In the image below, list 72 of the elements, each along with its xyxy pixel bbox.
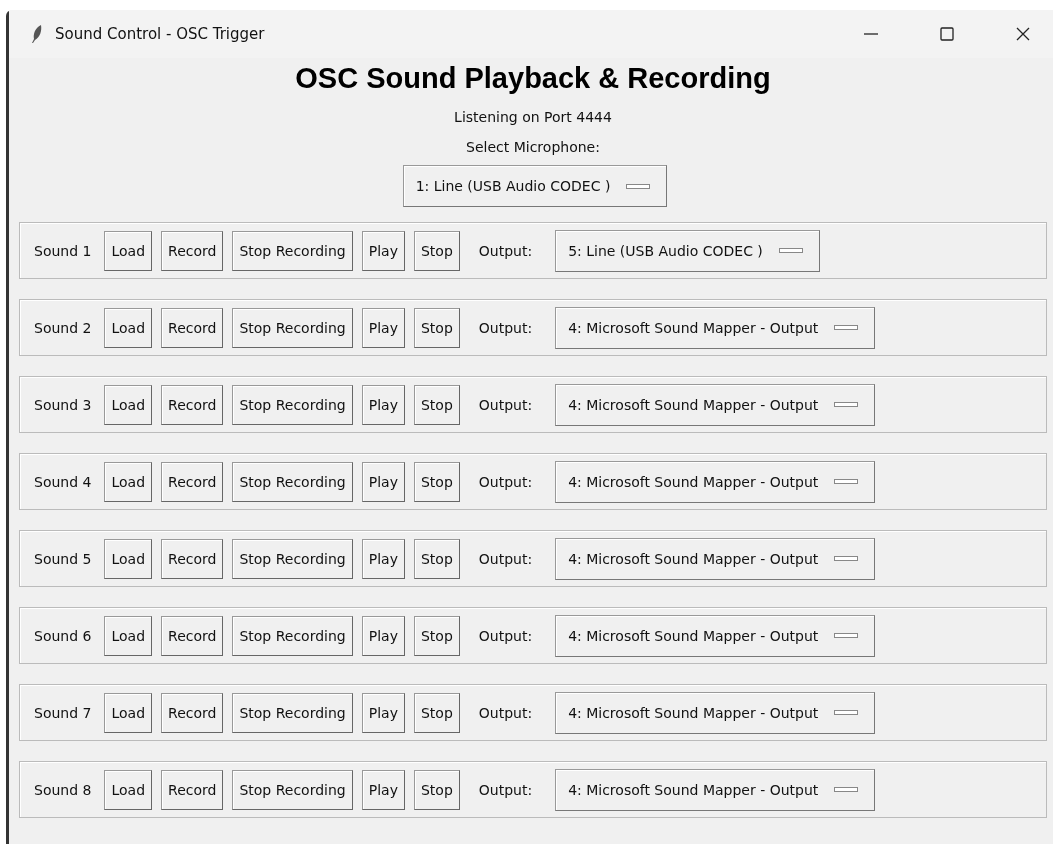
action-button[interactable]: Stop [413,692,460,733]
action-button[interactable]: Play [361,230,405,271]
action-button[interactable]: Play [361,769,405,810]
close-icon[interactable] [1015,26,1031,42]
microphone-dropdown[interactable]: 1: Line (USB Audio CODEC ) [402,165,668,207]
action-button[interactable]: Record [161,769,224,810]
action-button[interactable]: Play [361,384,405,425]
action-button[interactable]: Stop Recording [232,769,353,810]
action-button[interactable]: Record [161,384,224,425]
sound-label: Sound 1 [34,242,92,259]
output-dropdown[interactable]: 4: Microsoft Sound Mapper - Output [555,460,876,503]
output-label: Output: [478,242,533,259]
feather-icon [31,24,43,44]
action-button[interactable]: Load [104,615,153,656]
action-button[interactable]: Record [161,307,224,348]
output-label: Output: [478,396,533,413]
action-button[interactable]: Stop [413,769,460,810]
action-button[interactable]: Stop Recording [232,538,353,579]
action-button[interactable]: Play [361,538,405,579]
action-button[interactable]: Load [104,769,153,810]
action-button[interactable]: Record [161,461,224,502]
window-title: Sound Control - OSC Trigger [55,25,265,43]
sound-label: Sound 8 [34,781,92,798]
output-label: Output: [478,704,533,721]
sound-label: Sound 6 [34,627,92,644]
microphone-label: Select Microphone: [465,139,601,155]
output-dropdown[interactable]: 4: Microsoft Sound Mapper - Output [555,614,876,657]
sound-label: Sound 5 [34,550,92,567]
action-button[interactable]: Stop Recording [232,307,353,348]
action-button[interactable]: Stop [413,538,460,579]
action-button[interactable]: Stop Recording [232,230,353,271]
action-button[interactable]: Play [361,307,405,348]
output-label: Output: [478,319,533,336]
action-button[interactable]: Record [161,230,224,271]
sound-label: Sound 4 [34,473,92,490]
output-dropdown[interactable]: 4: Microsoft Sound Mapper - Output [555,537,876,580]
sound-label: Sound 7 [34,704,92,721]
action-button[interactable]: Stop Recording [232,615,353,656]
output-dropdown[interactable]: 5: Line (USB Audio CODEC ) [555,229,820,272]
action-button[interactable]: Stop [413,384,460,425]
port-status: Listening on Port 4444 [453,109,613,125]
sound-label: Sound 3 [34,396,92,413]
action-button[interactable]: Stop [413,615,460,656]
action-button[interactable]: Play [361,615,405,656]
action-button[interactable]: Record [161,615,224,656]
action-button[interactable]: Stop [413,461,460,502]
action-button[interactable]: Load [104,384,153,425]
output-dropdown[interactable]: 4: Microsoft Sound Mapper - Output [555,691,876,734]
action-button[interactable]: Load [104,461,153,502]
output-label: Output: [478,627,533,644]
maximize-icon[interactable] [939,26,955,42]
output-dropdown[interactable]: 4: Microsoft Sound Mapper - Output [555,383,876,426]
action-button[interactable]: Load [104,538,153,579]
action-button[interactable]: Play [361,692,405,733]
action-button[interactable]: Play [361,461,405,502]
output-dropdown[interactable]: 4: Microsoft Sound Mapper - Output [555,306,876,349]
action-button[interactable]: Stop [413,307,460,348]
action-button[interactable]: Stop Recording [232,461,353,502]
action-button[interactable]: Stop Recording [232,692,353,733]
action-button[interactable]: Load [104,307,153,348]
action-button[interactable]: Record [161,692,224,733]
output-dropdown[interactable]: 4: Microsoft Sound Mapper - Output [555,768,876,811]
app-heading: OSC Sound Playback & Recording [294,62,772,95]
output-label: Output: [478,781,533,798]
output-label: Output: [478,550,533,567]
action-button[interactable]: Record [161,538,224,579]
output-label: Output: [478,473,533,490]
action-button[interactable]: Stop Recording [232,384,353,425]
action-button[interactable]: Load [104,230,153,271]
sound-label: Sound 2 [34,319,92,336]
action-button[interactable]: Stop [413,230,460,271]
action-button[interactable]: Load [104,692,153,733]
